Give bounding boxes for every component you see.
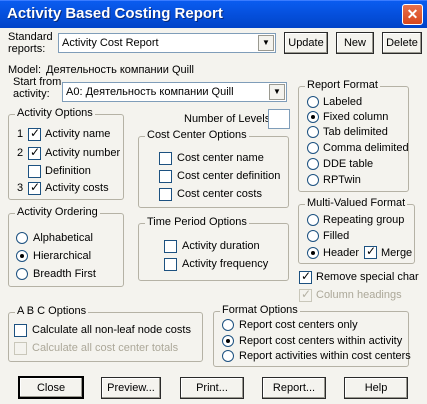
activity-frequency-checkbox[interactable] xyxy=(164,258,177,271)
fixed-column-label: Fixed column xyxy=(323,111,389,123)
new-button[interactable]: New xyxy=(336,32,374,54)
window-title: Activity Based Costing Report xyxy=(7,5,223,22)
breadth-first-radio[interactable] xyxy=(16,268,28,280)
filled-radio[interactable] xyxy=(307,230,319,242)
remove-special-char-label: Remove special char xyxy=(316,271,419,283)
close-button[interactable]: Close xyxy=(18,376,84,399)
report-activities-within-cc-label: Report activities within cost centers xyxy=(239,350,411,362)
activity-name-label: Activity name xyxy=(45,128,111,140)
hierarchical-label: Hierarchical xyxy=(33,250,92,262)
remove-special-char-checkbox[interactable] xyxy=(299,269,312,284)
dde-table-label: DDE table xyxy=(323,158,374,170)
activity-duration-label: Activity duration xyxy=(182,240,260,252)
dde-table-radio[interactable] xyxy=(307,158,319,170)
standard-reports-value: Activity Cost Report xyxy=(62,37,159,49)
print-button[interactable]: Print... xyxy=(180,377,244,399)
comma-delimited-label: Comma delimited xyxy=(323,142,409,154)
report-button[interactable]: Report... xyxy=(262,377,326,399)
delete-button[interactable]: Delete xyxy=(382,32,422,54)
report-cost-centers-only-label: Report cost centers only xyxy=(239,319,358,331)
start-from-label: Start from activity: xyxy=(13,76,62,100)
definition-checkbox[interactable] xyxy=(28,165,41,178)
activity-name-order: 1 xyxy=(17,128,24,140)
hierarchical-radio[interactable] xyxy=(16,250,28,262)
time-period-options-group: Time Period Options xyxy=(138,216,289,281)
cost-center-costs-checkbox[interactable] xyxy=(159,188,172,201)
number-of-levels-input[interactable] xyxy=(268,109,290,129)
close-window-button[interactable]: ✕ xyxy=(402,4,423,25)
model-value: Деятельность компании Quill xyxy=(46,64,194,76)
update-button[interactable]: Update xyxy=(284,32,328,54)
definition-label: Definition xyxy=(45,165,91,177)
repeating-group-radio[interactable] xyxy=(307,214,319,226)
repeating-group-label: Repeating group xyxy=(323,214,405,226)
start-from-value: A0: Деятельность компании Quill xyxy=(66,86,234,98)
cost-center-name-label: Cost center name xyxy=(177,152,264,164)
header-label: Header xyxy=(323,247,360,259)
filled-label: Filled xyxy=(323,230,350,242)
activity-costs-order: 3 xyxy=(17,182,24,194)
report-activities-within-cc-radio[interactable] xyxy=(222,350,234,362)
merge-checkbox[interactable] xyxy=(364,244,377,259)
cost-center-costs-label: Cost center costs xyxy=(177,188,262,200)
report-format-title: Report Format xyxy=(305,79,380,91)
model-label: Model: xyxy=(8,64,42,76)
merge-label: Merge xyxy=(381,247,413,259)
cost-center-definition-checkbox[interactable] xyxy=(159,170,172,183)
standard-reports-label: Standard reports: xyxy=(8,31,53,55)
rptwin-label: RPTwin xyxy=(323,174,361,186)
report-cc-within-activity-label: Report cost centers within activity xyxy=(239,335,403,347)
column-headings-checkbox xyxy=(299,287,312,302)
multi-valued-format-title: Multi-Valued Format xyxy=(305,197,408,209)
abc-options-title: A B C Options xyxy=(15,305,89,317)
report-cc-within-activity-radio[interactable] xyxy=(222,335,234,347)
rptwin-radio[interactable] xyxy=(307,174,319,186)
activity-duration-checkbox[interactable] xyxy=(164,240,177,253)
activity-costs-checkbox[interactable] xyxy=(28,180,41,195)
calc-non-leaf-costs-checkbox[interactable] xyxy=(14,324,27,337)
time-period-options-title: Time Period Options xyxy=(145,216,249,228)
calc-cost-center-totals-label: Calculate all cost center totals xyxy=(32,342,179,354)
labeled-label: Labeled xyxy=(323,96,363,108)
preview-button[interactable]: Preview... xyxy=(101,377,161,399)
chevron-down-icon[interactable]: ▼ xyxy=(258,35,274,51)
column-headings-label: Column headings xyxy=(316,289,402,301)
calc-non-leaf-costs-label: Calculate all non-leaf node costs xyxy=(32,324,191,336)
help-button[interactable]: Help xyxy=(344,377,408,399)
cost-center-name-checkbox[interactable] xyxy=(159,152,172,165)
tab-delimited-radio[interactable] xyxy=(307,126,319,138)
chevron-down-icon[interactable]: ▼ xyxy=(269,84,285,100)
cost-center-options-title: Cost Center Options xyxy=(145,129,249,141)
alphabetical-label: Alphabetical xyxy=(33,232,93,244)
report-cost-centers-only-radio[interactable] xyxy=(222,319,234,331)
format-options-title: Format Options xyxy=(220,304,300,316)
tab-delimited-label: Tab delimited xyxy=(323,126,388,138)
activity-ordering-title: Activity Ordering xyxy=(15,206,100,218)
activity-name-checkbox[interactable] xyxy=(28,126,41,141)
number-of-levels-label: Number of Levels: xyxy=(184,113,274,125)
start-from-activity-select[interactable]: A0: Деятельность компании Quill ▼ xyxy=(62,82,287,102)
activity-number-checkbox[interactable] xyxy=(28,145,41,160)
title-bar: Activity Based Costing Report ✕ xyxy=(0,0,427,28)
comma-delimited-radio[interactable] xyxy=(307,142,319,154)
activity-number-label: Activity number xyxy=(45,147,121,159)
activity-costs-label: Activity costs xyxy=(45,182,109,194)
calc-cost-center-totals-checkbox xyxy=(14,342,27,355)
breadth-first-label: Breadth First xyxy=(33,268,96,280)
header-radio[interactable] xyxy=(307,247,319,259)
cost-center-definition-label: Cost center definition xyxy=(177,170,281,182)
fixed-column-radio[interactable] xyxy=(307,111,319,123)
activity-options-title: Activity Options xyxy=(15,107,95,119)
labeled-radio[interactable] xyxy=(307,96,319,108)
standard-reports-select[interactable]: Activity Cost Report ▼ xyxy=(58,33,276,53)
activity-number-order: 2 xyxy=(17,147,24,159)
alphabetical-radio[interactable] xyxy=(16,232,28,244)
activity-frequency-label: Activity frequency xyxy=(182,258,269,270)
abc-options-group: A B C Options xyxy=(8,305,203,362)
